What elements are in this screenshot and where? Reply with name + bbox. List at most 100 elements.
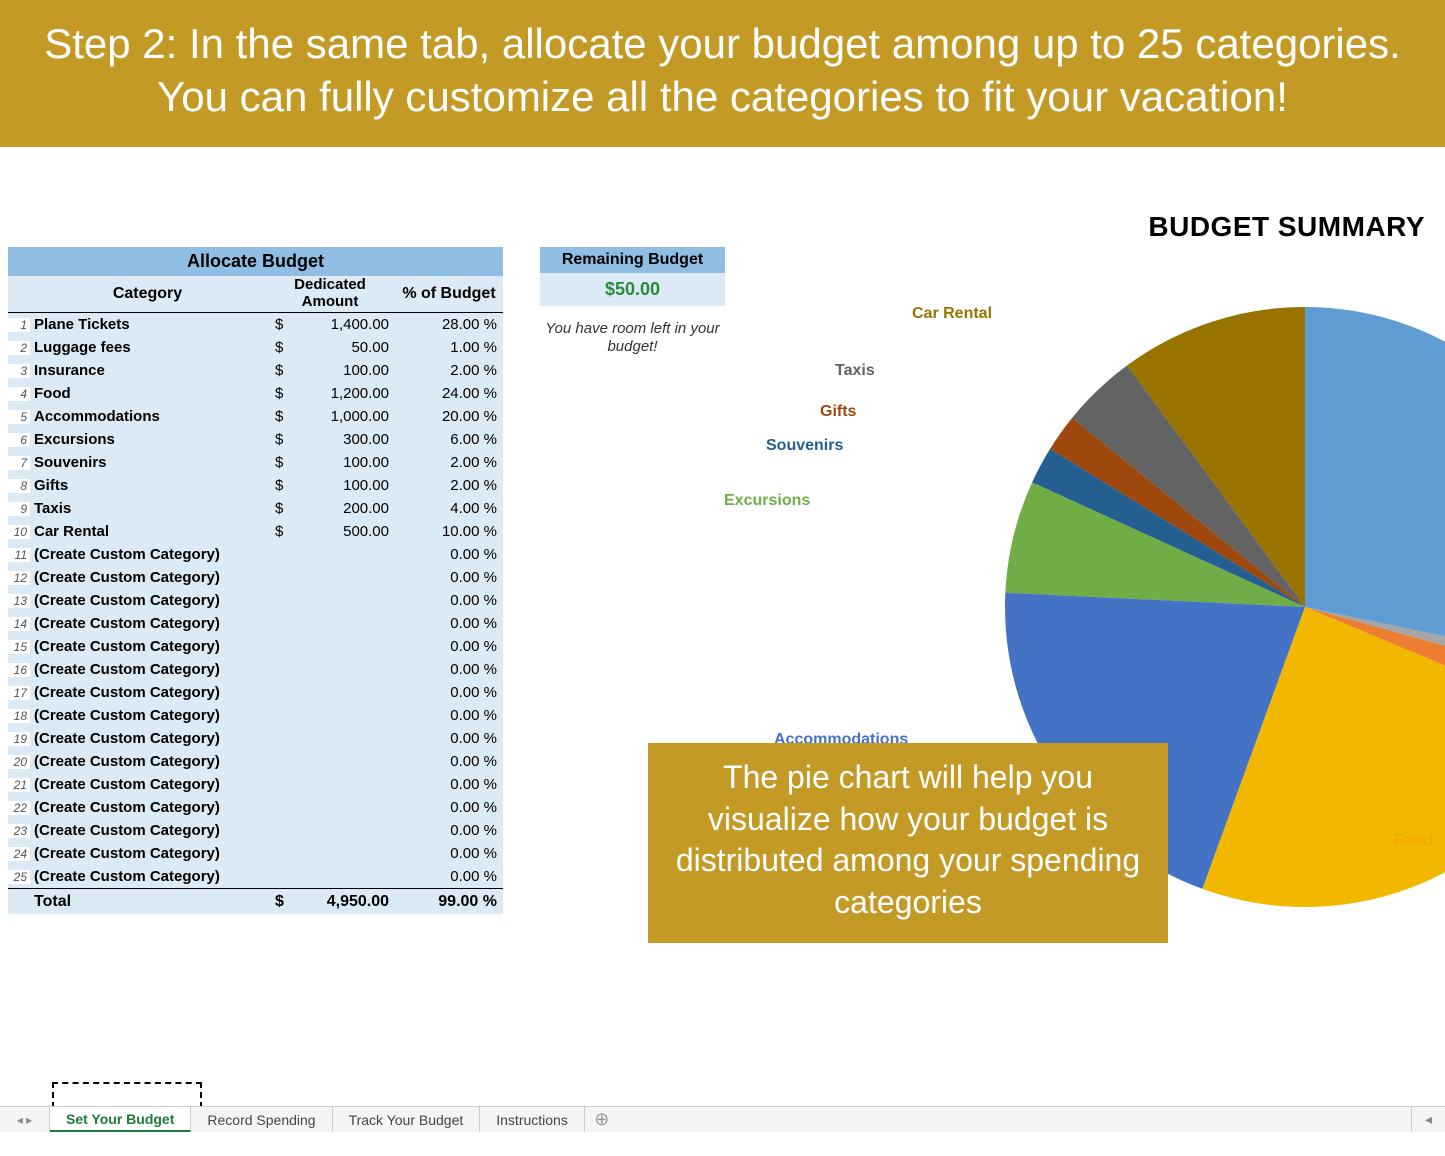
pct-cell: 6.00 % xyxy=(395,431,503,448)
pie-label-gifts: Gifts xyxy=(820,403,856,421)
table-row[interactable]: 22 (Create Custom Category) 0.00 % xyxy=(8,796,503,819)
add-sheet-button[interactable]: ⊕ xyxy=(585,1107,619,1132)
category-cell[interactable]: (Create Custom Category) xyxy=(30,730,265,747)
table-row[interactable]: 6 Excursions $300.00 6.00 % xyxy=(8,428,503,451)
pct-cell: 0.00 % xyxy=(395,868,503,885)
category-cell[interactable]: (Create Custom Category) xyxy=(30,776,265,793)
pct-cell: 0.00 % xyxy=(395,753,503,770)
remaining-note: You have room left in your budget! xyxy=(540,320,725,356)
table-row[interactable]: 13 (Create Custom Category) 0.00 % xyxy=(8,589,503,612)
pct-cell: 20.00 % xyxy=(395,408,503,425)
category-cell[interactable]: Excursions xyxy=(30,431,265,448)
tab-track-your-budget[interactable]: Track Your Budget xyxy=(333,1107,481,1132)
tab-record-spending[interactable]: Record Spending xyxy=(191,1107,332,1132)
row-number: 7 xyxy=(8,456,30,470)
pct-cell: 1.00 % xyxy=(395,339,503,356)
table-row[interactable]: 16 (Create Custom Category) 0.00 % xyxy=(8,658,503,681)
row-number: 5 xyxy=(8,410,30,424)
table-row[interactable]: 1 Plane Tickets $1,400.00 28.00 % xyxy=(8,313,503,336)
table-row[interactable]: 2 Luggage fees $50.00 1.00 % xyxy=(8,336,503,359)
remaining-title: Remaining Budget xyxy=(540,247,725,273)
category-cell[interactable]: (Create Custom Category) xyxy=(30,638,265,655)
row-number: 1 xyxy=(8,318,30,332)
category-cell[interactable]: Accommodations xyxy=(30,408,265,425)
total-amount: 4,950.00 xyxy=(287,893,395,911)
table-row[interactable]: 4 Food $1,200.00 24.00 % xyxy=(8,382,503,405)
row-number: 21 xyxy=(8,778,30,792)
row-number: 19 xyxy=(8,732,30,746)
pie-chart-callout: The pie chart will help you visualize ho… xyxy=(648,743,1168,943)
pct-cell: 0.00 % xyxy=(395,822,503,839)
category-cell[interactable]: (Create Custom Category) xyxy=(30,845,265,862)
category-cell[interactable]: Food xyxy=(30,385,265,402)
tab-instructions[interactable]: Instructions xyxy=(480,1107,585,1132)
table-row[interactable]: 11 (Create Custom Category) 0.00 % xyxy=(8,543,503,566)
sheet-tab-bar: ◂ ▸ Set Your Budget Record Spending Trac… xyxy=(0,1106,1445,1132)
category-cell[interactable]: (Create Custom Category) xyxy=(30,684,265,701)
category-cell[interactable]: (Create Custom Category) xyxy=(30,569,265,586)
table-row[interactable]: 7 Souvenirs $100.00 2.00 % xyxy=(8,451,503,474)
table-row[interactable]: 3 Insurance $100.00 2.00 % xyxy=(8,359,503,382)
table-row[interactable]: 5 Accommodations $1,000.00 20.00 % xyxy=(8,405,503,428)
category-cell[interactable]: (Create Custom Category) xyxy=(30,753,265,770)
pct-cell: 0.00 % xyxy=(395,615,503,632)
total-label: Total xyxy=(30,893,265,911)
table-row[interactable]: 19 (Create Custom Category) 0.00 % xyxy=(8,727,503,750)
pct-cell: 0.00 % xyxy=(395,661,503,678)
category-cell[interactable]: Plane Tickets xyxy=(30,316,265,333)
row-number: 8 xyxy=(8,479,30,493)
row-number: 20 xyxy=(8,755,30,769)
category-cell[interactable]: (Create Custom Category) xyxy=(30,592,265,609)
table-row[interactable]: 17 (Create Custom Category) 0.00 % xyxy=(8,681,503,704)
category-cell[interactable]: (Create Custom Category) xyxy=(30,822,265,839)
category-cell[interactable]: (Create Custom Category) xyxy=(30,615,265,632)
pct-cell: 28.00 % xyxy=(395,316,503,333)
category-cell[interactable]: Taxis xyxy=(30,500,265,517)
pie-label-taxis: Taxis xyxy=(835,362,875,380)
row-number: 17 xyxy=(8,686,30,700)
table-row[interactable]: 18 (Create Custom Category) 0.00 % xyxy=(8,704,503,727)
category-cell[interactable]: (Create Custom Category) xyxy=(30,799,265,816)
total-pct: 99.00 % xyxy=(395,893,503,911)
table-row[interactable]: 25 (Create Custom Category) 0.00 % xyxy=(8,865,503,888)
row-number: 24 xyxy=(8,847,30,861)
pct-cell: 0.00 % xyxy=(395,776,503,793)
pie-label-souvenirs: Souvenirs xyxy=(766,437,843,455)
category-cell[interactable]: (Create Custom Category) xyxy=(30,546,265,563)
row-number: 15 xyxy=(8,640,30,654)
category-cell[interactable]: Gifts xyxy=(30,477,265,494)
table-row[interactable]: 8 Gifts $100.00 2.00 % xyxy=(8,474,503,497)
category-cell[interactable]: Souvenirs xyxy=(30,454,265,471)
row-number: 23 xyxy=(8,824,30,838)
table-row[interactable]: 23 (Create Custom Category) 0.00 % xyxy=(8,819,503,842)
table-row[interactable]: 9 Taxis $200.00 4.00 % xyxy=(8,497,503,520)
row-number: 25 xyxy=(8,870,30,884)
table-row[interactable]: 12 (Create Custom Category) 0.00 % xyxy=(8,566,503,589)
row-number: 22 xyxy=(8,801,30,815)
budget-summary-title: BUDGET SUMMARY xyxy=(1148,211,1425,243)
category-cell[interactable]: (Create Custom Category) xyxy=(30,707,265,724)
table-row[interactable]: 24 (Create Custom Category) 0.00 % xyxy=(8,842,503,865)
pct-cell: 10.00 % xyxy=(395,523,503,540)
tab-scroll-right[interactable]: ◂ xyxy=(1411,1107,1445,1132)
pct-cell: 0.00 % xyxy=(395,730,503,747)
table-row[interactable]: 14 (Create Custom Category) 0.00 % xyxy=(8,612,503,635)
row-number: 2 xyxy=(8,341,30,355)
category-cell[interactable]: Insurance xyxy=(30,362,265,379)
category-cell[interactable]: Car Rental xyxy=(30,523,265,540)
header-amount: Dedicated Amount xyxy=(265,276,395,312)
pie-label-excursions: Excursions xyxy=(724,492,810,510)
category-cell[interactable]: (Create Custom Category) xyxy=(30,868,265,885)
table-row[interactable]: 15 (Create Custom Category) 0.00 % xyxy=(8,635,503,658)
pct-cell: 2.00 % xyxy=(395,362,503,379)
pct-cell: 0.00 % xyxy=(395,684,503,701)
table-row[interactable]: 10 Car Rental $500.00 10.00 % xyxy=(8,520,503,543)
tab-nav-arrows[interactable]: ◂ ▸ xyxy=(0,1107,50,1132)
category-cell[interactable]: Luggage fees xyxy=(30,339,265,356)
table-row[interactable]: 20 (Create Custom Category) 0.00 % xyxy=(8,750,503,773)
category-cell[interactable]: (Create Custom Category) xyxy=(30,661,265,678)
pct-cell: 0.00 % xyxy=(395,845,503,862)
row-number: 11 xyxy=(8,548,30,562)
table-row[interactable]: 21 (Create Custom Category) 0.00 % xyxy=(8,773,503,796)
tab-set-your-budget[interactable]: Set Your Budget xyxy=(50,1107,191,1132)
